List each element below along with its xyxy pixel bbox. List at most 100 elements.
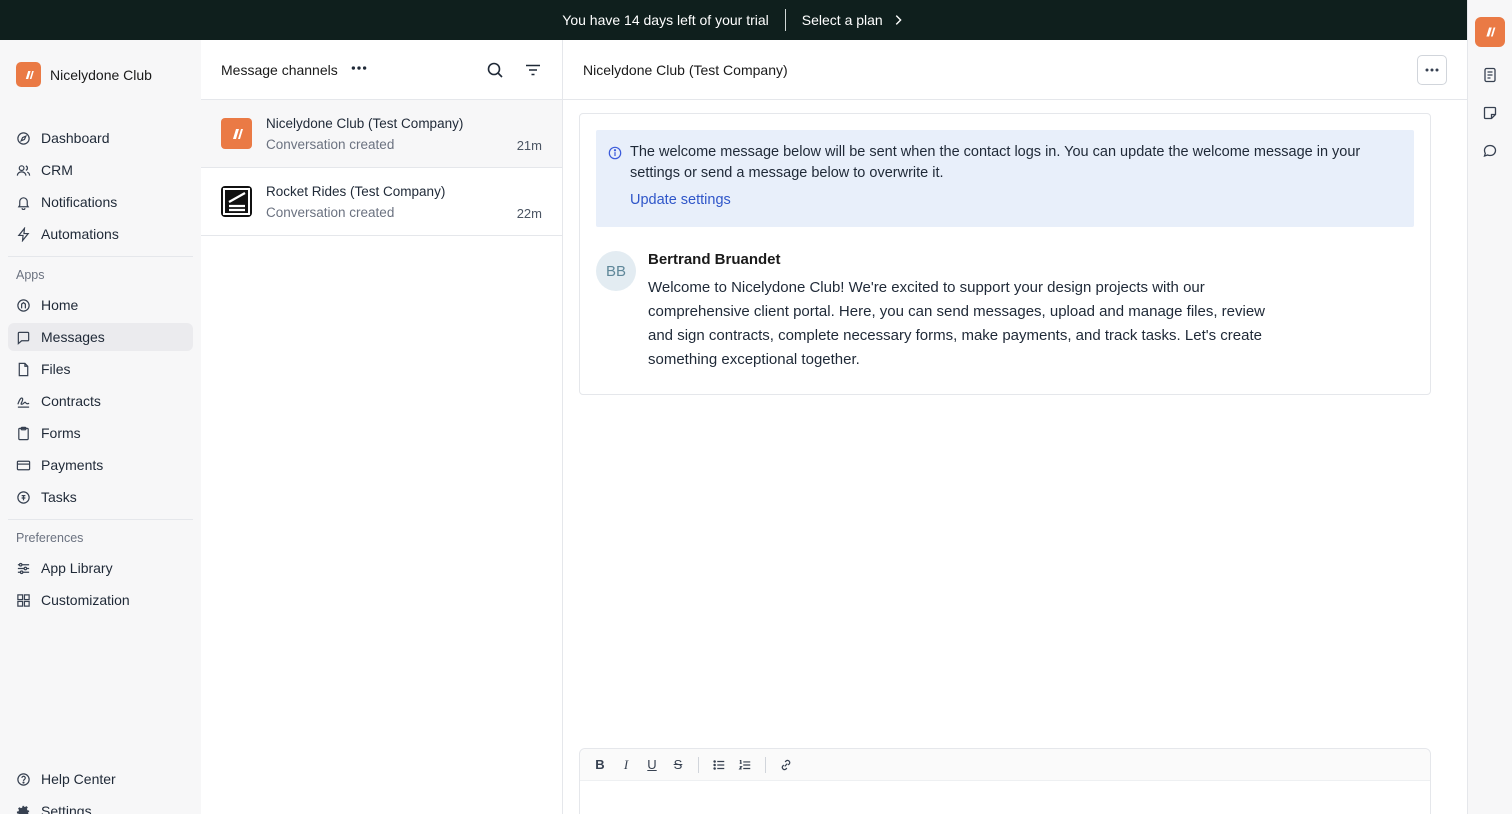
italic-button[interactable]: I xyxy=(614,753,638,777)
message: BB Bertrand Bruandet Welcome to Nicelydo… xyxy=(596,251,1414,372)
sidebar-item-label: CRM xyxy=(41,162,73,178)
trial-message: You have 14 days left of your trial xyxy=(562,12,769,28)
right-rail xyxy=(1467,0,1512,814)
welcome-notice: The welcome message below will be sent w… xyxy=(596,130,1414,227)
sticky-note-icon[interactable] xyxy=(1480,103,1500,123)
chat-bubble-icon[interactable] xyxy=(1480,141,1500,161)
sidebar-item-label: Payments xyxy=(41,457,104,473)
sidebar-item-label: Notifications xyxy=(41,194,118,210)
sidebar-item-customization[interactable]: Customization xyxy=(8,586,193,614)
filter-icon[interactable] xyxy=(524,61,542,79)
strikethrough-button[interactable]: S xyxy=(666,753,690,777)
message-composer[interactable]: B I U S xyxy=(579,748,1431,814)
more-horizontal-icon xyxy=(1425,68,1439,71)
workspace-name: Nicelydone Club xyxy=(50,66,152,83)
bullet-list-button[interactable] xyxy=(707,753,731,777)
welcome-message-card: The welcome message below will be sent w… xyxy=(579,113,1431,395)
channel-time: 22m xyxy=(516,206,542,221)
chevron-right-icon xyxy=(895,15,902,25)
credit-card-icon xyxy=(16,460,31,470)
formatting-toolbar: B I U S xyxy=(580,749,1430,781)
avatar: BB xyxy=(596,251,636,291)
brand-logo-icon xyxy=(16,62,41,87)
lightning-icon xyxy=(17,226,30,242)
sidebar-divider xyxy=(8,519,193,520)
link-icon xyxy=(781,759,791,770)
sidebar-item-label: Messages xyxy=(41,329,105,345)
channel-name: Rocket Rides (Test Company) xyxy=(266,183,446,199)
select-plan-label: Select a plan xyxy=(801,12,883,28)
update-settings-link[interactable]: Update settings xyxy=(630,192,731,208)
underline-button[interactable]: U xyxy=(640,753,664,777)
conversation-panel: Nicelydone Club (Test Company) The welco… xyxy=(563,40,1467,814)
sidebar: Nicelydone Club Dashboard CRM Notificati… xyxy=(0,40,201,814)
numbered-list-button[interactable] xyxy=(733,753,757,777)
sidebar-item-files[interactable]: Files xyxy=(8,355,193,383)
channel-list-header: Message channels xyxy=(201,40,562,100)
search-icon[interactable] xyxy=(486,61,504,79)
link-button[interactable] xyxy=(774,753,798,777)
welcome-notice-text: The welcome message below will be sent w… xyxy=(630,144,1361,181)
channel-item[interactable]: Nicelydone Club (Test Company) Conversat… xyxy=(201,100,562,168)
conversation-header: Nicelydone Club (Test Company) xyxy=(563,40,1467,100)
sidebar-item-label: Forms xyxy=(41,425,81,441)
preferences-section-label: Preferences xyxy=(16,531,84,545)
sidebar-item-label: Customization xyxy=(41,592,130,608)
sidebar-item-label: Help Center xyxy=(41,771,116,787)
sidebar-item-label: App Library xyxy=(41,560,113,576)
main-nav: Dashboard CRM Notifications Automations … xyxy=(8,124,193,618)
conversation-title: Nicelydone Club (Test Company) xyxy=(583,61,788,78)
conversation-menu-button[interactable] xyxy=(1417,54,1447,85)
sidebar-item-label: Settings xyxy=(41,803,92,814)
info-icon xyxy=(608,146,622,160)
signature-icon xyxy=(17,396,30,408)
sidebar-item-payments[interactable]: Payments xyxy=(8,451,193,479)
sidebar-item-contracts[interactable]: Contracts xyxy=(8,387,193,415)
sidebar-item-label: Tasks xyxy=(41,489,77,505)
channel-status: Conversation created xyxy=(266,204,395,220)
bell-icon xyxy=(17,196,30,210)
sidebar-item-crm[interactable]: CRM xyxy=(8,156,193,184)
channel-item[interactable]: Rocket Rides (Test Company) Conversation… xyxy=(201,168,562,236)
grid-icon xyxy=(17,593,30,607)
sidebar-item-label: Files xyxy=(41,361,71,377)
sidebar-item-messages[interactable]: Messages xyxy=(8,323,193,351)
workspace-switcher[interactable]: Nicelydone Club xyxy=(16,62,152,87)
toolbar-divider xyxy=(765,756,766,773)
select-plan-link[interactable]: Select a plan xyxy=(802,12,905,28)
sidebar-item-forms[interactable]: Forms xyxy=(8,419,193,447)
apps-section-label: Apps xyxy=(16,268,45,282)
home-icon xyxy=(17,298,30,312)
sidebar-divider xyxy=(8,256,193,257)
document-icon[interactable] xyxy=(1480,65,1500,85)
gear-icon xyxy=(16,805,30,814)
app-logo-icon[interactable] xyxy=(1475,17,1505,47)
sidebar-item-label: Dashboard xyxy=(41,130,110,146)
sliders-icon xyxy=(17,562,30,574)
channel-status: Conversation created xyxy=(266,136,395,152)
message-icon xyxy=(17,331,30,345)
sidebar-item-automations[interactable]: Automations xyxy=(8,220,193,248)
channel-list-title: Message channels xyxy=(221,61,338,78)
help-icon xyxy=(17,772,30,786)
trial-banner: You have 14 days left of your trial Sele… xyxy=(0,0,1467,40)
sidebar-item-help-center[interactable]: Help Center xyxy=(8,765,193,793)
bullet-list-icon xyxy=(713,759,725,770)
sidebar-item-dashboard[interactable]: Dashboard xyxy=(8,124,193,152)
more-options-icon[interactable] xyxy=(350,59,368,80)
company-logo-icon xyxy=(221,118,252,149)
clipboard-icon xyxy=(18,426,29,440)
sidebar-item-settings[interactable]: Settings xyxy=(8,797,193,814)
toolbar-divider xyxy=(698,756,699,773)
sidebar-item-label: Home xyxy=(41,297,79,313)
sidebar-item-app-library[interactable]: App Library xyxy=(8,554,193,582)
bold-button[interactable]: B xyxy=(588,753,612,777)
channel-time: 21m xyxy=(516,138,542,153)
sidebar-item-notifications[interactable]: Notifications xyxy=(8,188,193,216)
sidebar-item-home[interactable]: Home xyxy=(8,291,193,319)
tasks-icon xyxy=(17,490,30,504)
sidebar-item-tasks[interactable]: Tasks xyxy=(8,483,193,511)
banner-divider xyxy=(784,9,786,31)
message-body: Welcome to Nicelydone Club! We're excite… xyxy=(648,279,1266,368)
compass-icon xyxy=(17,131,30,145)
